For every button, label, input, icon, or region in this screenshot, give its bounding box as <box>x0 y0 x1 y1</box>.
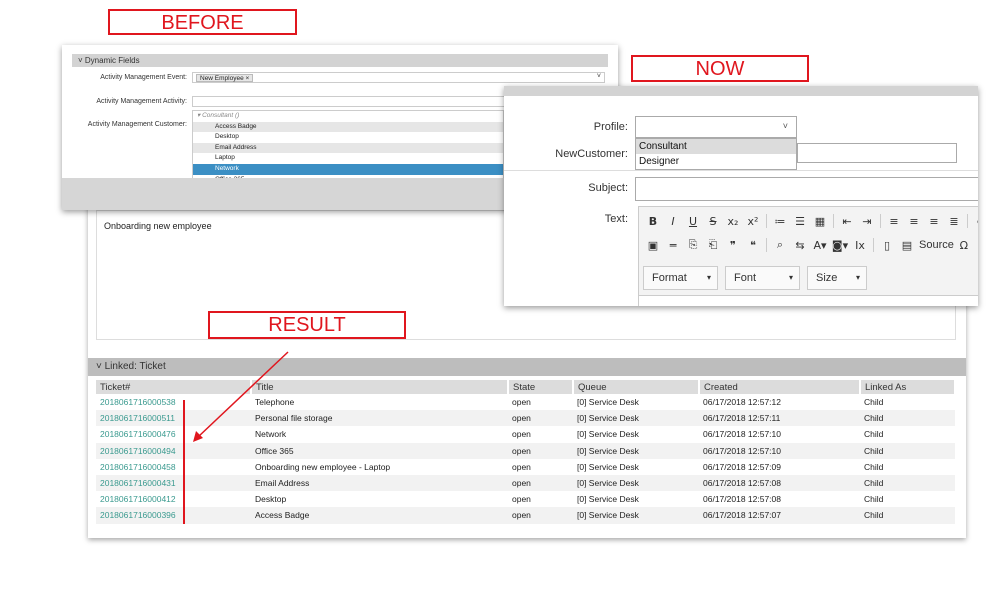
result-arrow <box>193 351 289 442</box>
arrow-line <box>197 351 289 438</box>
arrow-head <box>193 431 203 442</box>
